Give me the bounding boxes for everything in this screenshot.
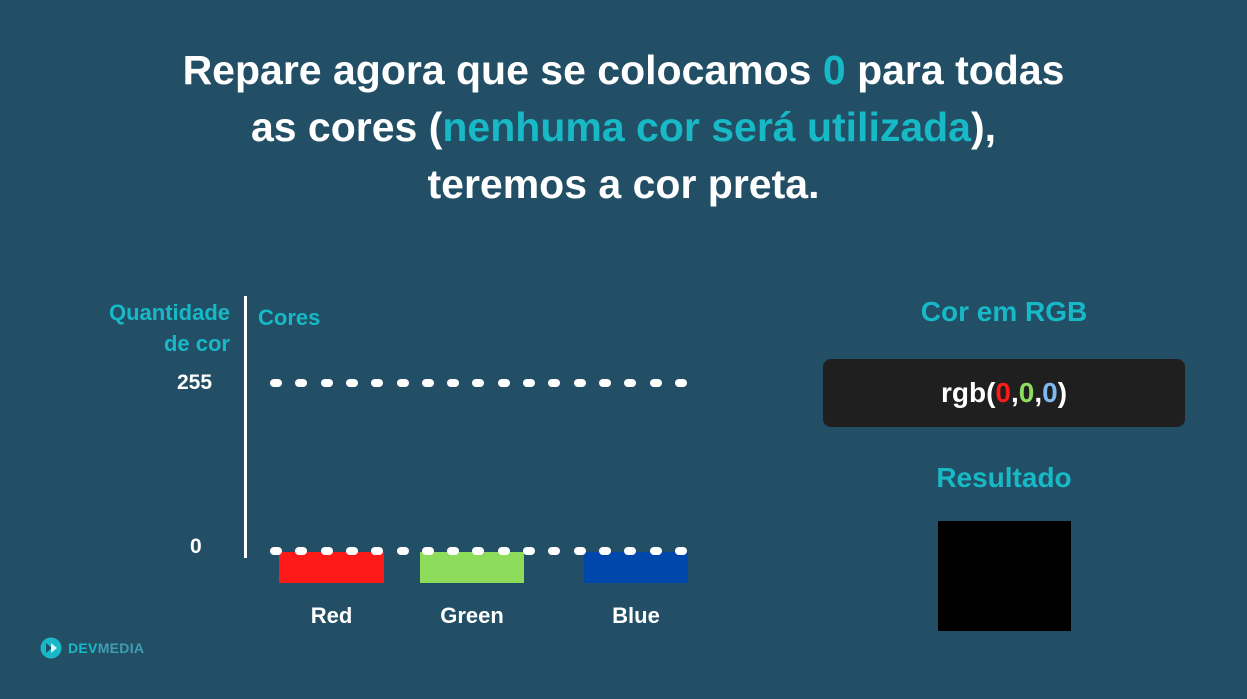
y-axis-title: Quantidade de cor <box>70 297 230 359</box>
rgb-suffix: ) <box>1057 377 1068 408</box>
dash-segment <box>573 547 586 555</box>
headline-line-2: as cores (nenhuma cor será utilizada), <box>0 99 1247 156</box>
devmedia-logo: DEVMEDIA <box>40 637 144 659</box>
bar-label-red: Red <box>310 603 353 628</box>
rgb-separator: , <box>1034 377 1043 408</box>
dash-segment <box>421 379 434 387</box>
headline-text: ), <box>971 104 997 150</box>
dash-segment <box>421 547 434 555</box>
rgb-title: Cor em RGB <box>920 296 1088 327</box>
dash-segment <box>270 379 282 387</box>
dash-segment <box>649 547 662 555</box>
dash-segment <box>497 379 510 387</box>
dash-segment <box>270 547 282 555</box>
bar-green <box>420 552 524 583</box>
dash-segment <box>345 547 358 555</box>
dash-segment <box>598 379 611 387</box>
bar-red <box>279 552 384 583</box>
dash-segment <box>371 547 384 555</box>
y-axis-title-line-1: Quantidade <box>108 300 230 325</box>
dash-segment <box>598 547 611 555</box>
rgb-prefix: rgb( <box>940 377 996 408</box>
dash-segment <box>371 379 384 387</box>
rgb-code-box: rgb(0, 0, 0) <box>823 359 1185 427</box>
rgb-separator: , <box>1010 377 1019 408</box>
zero-level-dashed-line <box>270 547 690 555</box>
dash-segment <box>497 547 510 555</box>
headline-highlight: nenhuma cor será utilizada <box>442 104 971 150</box>
dash-segment <box>447 379 460 387</box>
y-axis-line <box>244 296 247 558</box>
logo-text-dev: DEV <box>68 640 98 656</box>
bar-label-green: Green <box>440 603 504 628</box>
headline-highlight: 0 <box>822 47 846 93</box>
dash-segment <box>447 547 460 555</box>
rgb-red-value: 0 <box>995 377 1011 408</box>
dash-segment <box>649 379 662 387</box>
y-tick-min: 0 <box>190 535 202 558</box>
slide: Repare agora que se colocamos 0 para tod… <box>0 0 1247 699</box>
dash-segment <box>624 547 637 555</box>
devmedia-logo-text: DEVMEDIA <box>68 640 144 656</box>
headline-text: Repare agora que se colocamos <box>182 47 823 93</box>
dash-segment <box>472 547 485 555</box>
dash-segment <box>345 379 358 387</box>
dash-segment <box>472 379 485 387</box>
y-tick-max: 255 <box>177 371 213 394</box>
dash-segment <box>674 379 687 387</box>
logo-text-media: MEDIA <box>97 640 145 656</box>
headline: Repare agora que se colocamos 0 para tod… <box>0 42 1247 213</box>
dash-segment <box>396 379 409 387</box>
y-axis-title-line-2: de cor <box>163 331 230 356</box>
headline-text: para todas <box>845 47 1065 93</box>
dash-segment <box>548 547 561 555</box>
dash-segment <box>548 379 561 387</box>
x-axis-title: Cores <box>258 305 321 330</box>
headline-line-1: Repare agora que se colocamos 0 para tod… <box>0 42 1247 99</box>
dash-segment <box>523 547 535 555</box>
dash-segment <box>396 547 409 555</box>
rgb-green-value: 0 <box>1018 377 1035 408</box>
headline-text: as cores ( <box>250 104 443 150</box>
result-color-swatch <box>938 521 1071 631</box>
dash-segment <box>295 547 308 555</box>
dash-segment <box>573 379 586 387</box>
headline-line-3: teremos a cor preta. <box>427 161 820 207</box>
rgb-blue-value: 0 <box>1042 377 1058 408</box>
dash-segment <box>295 379 308 387</box>
devmedia-logo-icon <box>40 637 62 659</box>
dash-segment <box>624 379 637 387</box>
dash-segment <box>674 547 687 555</box>
bar-label-blue: Blue <box>612 603 660 628</box>
dash-segment <box>523 379 535 387</box>
dash-segment <box>320 379 333 387</box>
bar-blue <box>584 552 688 583</box>
max-level-dashed-line <box>270 379 690 387</box>
dash-segment <box>320 547 333 555</box>
result-title: Resultado <box>936 462 1072 493</box>
